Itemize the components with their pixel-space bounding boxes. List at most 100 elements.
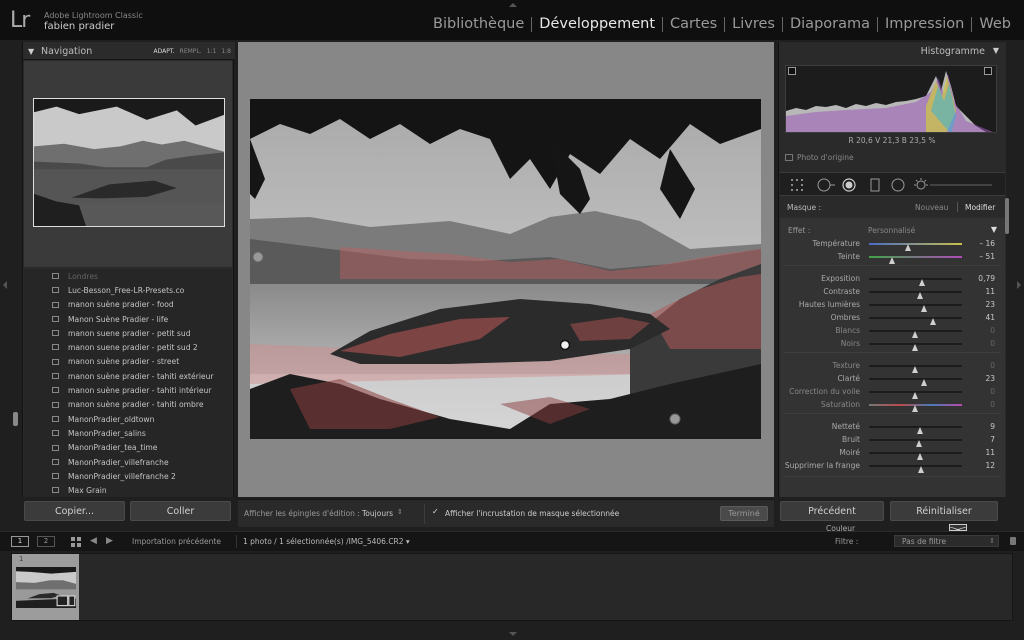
slider-thumb[interactable]	[919, 279, 926, 286]
slider-value[interactable]: 11	[985, 287, 995, 296]
zoom-fill[interactable]: REMPL.	[180, 48, 202, 55]
done-button[interactable]: Terminé	[720, 506, 768, 521]
radial-filter-icon[interactable]	[891, 178, 905, 192]
slider-track[interactable]	[869, 439, 962, 447]
preset-item[interactable]: manon suène pradier - tahiti intérieur	[24, 383, 232, 397]
slider-track[interactable]	[869, 278, 962, 286]
spot-removal-icon[interactable]	[815, 178, 835, 192]
preset-item[interactable]: Max Grain	[24, 483, 232, 497]
slider-value[interactable]: 11	[985, 448, 995, 457]
slider-track[interactable]	[869, 330, 962, 338]
slider-thumb[interactable]	[929, 318, 936, 325]
filmstrip-cell[interactable]: 1	[12, 554, 79, 620]
preset-item[interactable]: ManonPradier_oldtown	[24, 412, 232, 426]
arrow-left-icon[interactable]: ◀	[90, 536, 97, 546]
slider-value[interactable]: 0	[990, 361, 995, 370]
module-tab[interactable]: Cartes	[663, 16, 724, 32]
crop-overlay-icon[interactable]	[790, 178, 804, 192]
slider-thumb[interactable]	[915, 440, 922, 447]
slider-thumb[interactable]	[917, 466, 924, 473]
source-label[interactable]: Importation précédente	[132, 537, 221, 546]
preset-item[interactable]: manon suène pradier - street	[24, 355, 232, 369]
slider-value[interactable]: 23	[985, 300, 995, 309]
slider-thumb[interactable]	[921, 379, 928, 386]
module-tab[interactable]: Livres	[725, 16, 782, 32]
module-tab[interactable]: Web	[972, 16, 1018, 32]
navigator-preview[interactable]	[24, 61, 232, 267]
overlay-label[interactable]: Afficher l'incrustation de masque sélect…	[445, 509, 619, 518]
bottom-panel-toggle-icon[interactable]	[509, 632, 517, 636]
image-canvas[interactable]	[238, 42, 774, 497]
slider-value[interactable]: 0	[990, 400, 995, 409]
slider-value[interactable]: 0,79	[978, 274, 995, 283]
slider-thumb[interactable]	[888, 257, 895, 264]
lock-icon[interactable]	[1010, 537, 1016, 545]
filter-dropdown[interactable]: Pas de filtre ⇕	[894, 535, 999, 547]
main-screen-button[interactable]: 1	[11, 536, 29, 547]
slider-track[interactable]	[869, 317, 962, 325]
module-tab[interactable]: Diaporama	[783, 16, 877, 32]
slider-thumb[interactable]	[916, 427, 923, 434]
preset-item[interactable]: Luc-Besson_Free-LR-Presets.co	[24, 283, 232, 297]
slider-track[interactable]	[869, 256, 962, 264]
slider-track[interactable]	[869, 391, 962, 399]
collapse-triangle-icon[interactable]: ▼	[991, 225, 997, 234]
right-panel-toggle-icon[interactable]	[1017, 281, 1021, 289]
pins-dropdown[interactable]: Toujours	[362, 509, 393, 518]
slider-track[interactable]	[869, 291, 962, 299]
histogram-header[interactable]: Histogramme ▼	[779, 42, 1005, 60]
slider-value[interactable]: 0	[990, 326, 995, 335]
preset-item[interactable]: manon suene pradier - petit sud 2	[24, 340, 232, 354]
slider-value[interactable]: – 51	[979, 252, 995, 261]
zoom-fit[interactable]: ADAPT.	[153, 48, 174, 55]
slider-thumb[interactable]	[916, 292, 923, 299]
left-panel-scrollbar[interactable]	[13, 412, 18, 426]
previous-button[interactable]: Précédent	[780, 501, 884, 521]
slider-value[interactable]: 23	[985, 374, 995, 383]
slider-track[interactable]	[869, 343, 962, 351]
collapse-triangle-icon[interactable]: ▼	[993, 46, 999, 55]
preset-item[interactable]: ManonPradier_tea_time	[24, 441, 232, 455]
slider-value[interactable]: 9	[990, 422, 995, 431]
highlight-clipping-icon[interactable]	[984, 67, 992, 75]
slider-value[interactable]: 7	[990, 435, 995, 444]
left-panel-toggle-icon[interactable]	[3, 281, 7, 289]
slider-track[interactable]	[869, 304, 962, 312]
preset-item[interactable]: manon suene pradier - petit sud	[24, 326, 232, 340]
slider-track[interactable]	[869, 465, 962, 473]
second-screen-button[interactable]: 2	[37, 536, 55, 547]
red-eye-icon[interactable]	[842, 178, 856, 192]
slider-thumb[interactable]	[912, 344, 918, 351]
slider-thumb[interactable]	[912, 366, 918, 373]
slider-thumb[interactable]	[912, 392, 918, 399]
grid-icon[interactable]	[71, 537, 81, 547]
navigator-thumbnail[interactable]	[33, 98, 225, 227]
original-photo-checkbox[interactable]	[785, 154, 793, 161]
slider-thumb[interactable]	[912, 331, 918, 338]
overlay-checkbox[interactable]: ✓	[432, 508, 440, 516]
slider-thumb[interactable]	[916, 453, 923, 460]
adjustment-brush-icon[interactable]	[914, 178, 994, 192]
top-panel-toggle-icon[interactable]	[509, 3, 517, 7]
selection-info[interactable]: 1 photo / 1 sélectionnée(s) /IMG_5406.CR…	[243, 537, 410, 546]
paste-settings-button[interactable]: Coller	[130, 501, 231, 521]
slider-track[interactable]	[869, 426, 962, 434]
dropdown-stepper-icon[interactable]: ⇕	[397, 508, 403, 516]
preset-item[interactable]: manon suène pradier - tahiti ombre	[24, 398, 232, 412]
preset-item[interactable]: Manon Suène Pradier - life	[24, 312, 232, 326]
mask-edit-button[interactable]: Modifier	[965, 203, 995, 212]
right-panel-scrollbar[interactable]	[1005, 198, 1009, 234]
module-tab[interactable]: Impression	[878, 16, 971, 32]
histogram-graph[interactable]	[785, 65, 997, 133]
zoom-1-1[interactable]: 1:1	[207, 48, 217, 55]
preset-item[interactable]: Londres	[24, 269, 232, 283]
slider-value[interactable]: – 16	[979, 239, 995, 248]
preset-item[interactable]: ManonPradier_villefranche	[24, 455, 232, 469]
arrow-right-icon[interactable]: ▶	[106, 536, 113, 546]
slider-value[interactable]: 41	[985, 313, 995, 322]
filmstrip-thumbnail[interactable]	[16, 567, 76, 608]
slider-thumb[interactable]	[905, 244, 912, 251]
mask-new-button[interactable]: Nouveau	[915, 203, 948, 212]
copy-settings-button[interactable]: Copier...	[24, 501, 125, 521]
module-tab[interactable]: Bibliothèque	[426, 16, 531, 32]
